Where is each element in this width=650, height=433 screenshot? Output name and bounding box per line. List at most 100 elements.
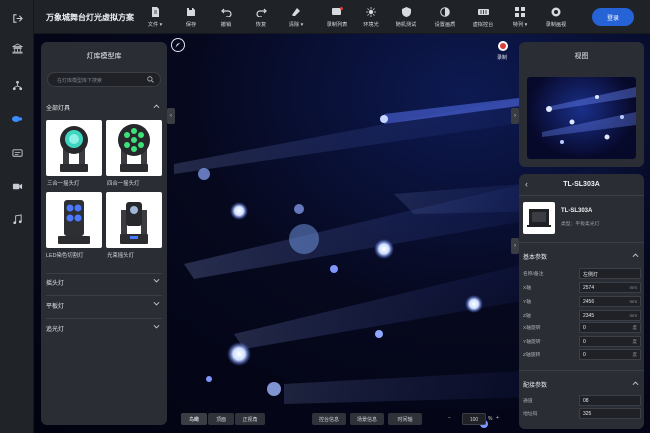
param-key: Z轴旋转 (523, 353, 541, 358)
param-key: Y轴旋转 (523, 340, 541, 345)
fixture-thumb-1[interactable] (46, 120, 102, 176)
collapse-library-tab[interactable]: ‹ (167, 108, 175, 124)
login-button[interactable]: 登录 (592, 8, 634, 26)
zoom-value: 100 (469, 417, 479, 423)
param-value: 0 (583, 339, 586, 345)
screen-icon[interactable] (9, 145, 25, 161)
fixture-thumb-4[interactable] (106, 192, 162, 248)
patch-params-section[interactable]: 配接参数 (523, 380, 641, 392)
ambient-light-button[interactable]: 环境光 (354, 6, 388, 28)
param-unit: 度 (632, 339, 638, 344)
basic-params-section[interactable]: 基本参数 (523, 252, 641, 264)
collapse-view-tab[interactable]: › (511, 108, 519, 124)
section-follow-label: 追光灯 (46, 327, 65, 333)
param-row-z-rotation: Z轴旋转 0度 (523, 349, 641, 360)
record-stage-button[interactable] (498, 41, 508, 51)
console-info-button[interactable]: 控台信息 (312, 413, 346, 425)
view-bird-button[interactable]: 鸟瞰 (181, 413, 207, 425)
patch-row-channel: 通道 08 (523, 395, 641, 406)
param-row-x-rotation: X轴旋转 0度 (523, 322, 641, 333)
section-flat-label: 平板灯 (46, 304, 65, 310)
network-icon[interactable] (9, 77, 25, 93)
file-menu-button[interactable]: 文件 ▾ (138, 6, 172, 28)
virtual-console-label: 虚拟控台 (472, 22, 494, 28)
timeline-button[interactable]: 时间轴 (388, 413, 422, 425)
param-key: X轴 (523, 286, 531, 291)
library-search-input[interactable]: 在灯库模型库下搜索 (47, 72, 161, 87)
param-key: X轴旋转 (523, 326, 541, 331)
effects-button[interactable]: 设置画质 (428, 6, 462, 28)
search-icon[interactable] (147, 76, 154, 83)
record-view-button[interactable]: 录制画视 (539, 6, 573, 28)
random-test-button[interactable]: 随机测试 (389, 6, 423, 28)
left-rail (0, 0, 34, 433)
channel-input[interactable]: 08 (579, 395, 641, 406)
section-all-label: 全部灯具 (46, 106, 71, 112)
param-key: 名称/备注 (523, 272, 544, 277)
theater-icon[interactable] (9, 40, 25, 56)
redo-button[interactable]: 恢复 (244, 6, 278, 28)
save-button[interactable]: 保存 (174, 6, 208, 28)
clear-label: 清除 (288, 22, 300, 28)
grid-icon (503, 6, 537, 17)
save-label: 保存 (185, 22, 197, 28)
param-x-rotation-input[interactable]: 0度 (579, 322, 641, 333)
record-dot-icon (500, 43, 506, 49)
section-all-fixtures[interactable]: 全部灯具 (46, 103, 162, 115)
param-value: 0 (583, 325, 586, 331)
record-list-button[interactable]: 录制列表 (320, 6, 354, 28)
param-x-input[interactable]: 2574 mm (579, 282, 641, 293)
param-value: 0 (583, 352, 586, 358)
fixture-caption-1: 三合一摇头灯 (47, 181, 80, 187)
param-y-rotation-input[interactable]: 0度 (579, 336, 641, 347)
scene-info-button[interactable]: 场景信息 (350, 413, 384, 425)
undo-button[interactable]: 撤销 (209, 6, 243, 28)
exit-icon[interactable] (9, 10, 25, 26)
chevron-up-icon (632, 381, 639, 386)
library-divider (46, 318, 162, 319)
param-row-x: X轴 2574 mm (523, 282, 641, 293)
music-icon[interactable] (9, 211, 25, 227)
section-moving-head[interactable]: 摇头灯 (46, 278, 162, 290)
fixture-caption-3: LED染色切割灯 (46, 253, 84, 259)
zoom-input[interactable]: 100 (462, 413, 486, 425)
properties-header: ‹ TL-SL303A (519, 174, 644, 196)
view-title: 视图 (574, 53, 589, 60)
chevron-up-icon (153, 104, 160, 109)
address-input[interactable]: 325 (579, 408, 641, 419)
eraser-icon (279, 6, 313, 17)
camera-icon[interactable] (9, 178, 25, 194)
zoom-in-button[interactable]: + (496, 415, 499, 421)
param-y-input[interactable]: 2456 mm (579, 296, 641, 307)
param-row-z: Z轴 2345 mm (523, 310, 641, 321)
patch-row-address: 地址码 325 (523, 408, 641, 419)
lamp-icon[interactable] (9, 111, 25, 127)
section-flat-panel[interactable]: 平板灯 (46, 301, 162, 313)
zoom-out-button[interactable]: − (448, 415, 451, 421)
chevron-up-icon (632, 253, 639, 258)
record-stage-label: 录制 (497, 55, 508, 61)
fixture-library-panel: 灯库模型库 在灯库模型库下搜索 全部灯具 三合一摇头灯 四合一摇头灯 LED染色… (41, 42, 167, 425)
fixture-thumb-2[interactable] (106, 120, 162, 176)
properties-divider (519, 370, 644, 371)
collapse-properties-tab[interactable]: › (511, 238, 519, 254)
effects-label: 设置画质 (434, 22, 456, 28)
view-preview[interactable] (527, 77, 636, 159)
param-z-rotation-input[interactable]: 0度 (579, 349, 641, 360)
view-front-button[interactable]: 正视角 (235, 413, 265, 425)
library-divider (46, 273, 162, 274)
section-moving-label: 摇头灯 (46, 281, 65, 287)
fixture-thumb-3[interactable] (46, 192, 102, 248)
compass-icon (175, 42, 181, 48)
view-top-button[interactable]: 顶面 (208, 413, 234, 425)
param-z-input[interactable]: 2345 mm (579, 310, 641, 321)
virtual-console-button[interactable]: 虚拟控台 (466, 6, 500, 28)
param-name-input[interactable]: 左侧灯 (579, 268, 641, 279)
param-key: 通道 (523, 399, 533, 404)
compass-button[interactable] (171, 38, 185, 52)
special-menu-button[interactable]: 特列 ▾ (503, 6, 537, 28)
record-list-icon (320, 6, 354, 17)
param-unit: mm (629, 285, 638, 290)
clear-button[interactable]: 清除 ▾ (279, 6, 313, 28)
section-follow-spot[interactable]: 追光灯 (46, 324, 162, 336)
